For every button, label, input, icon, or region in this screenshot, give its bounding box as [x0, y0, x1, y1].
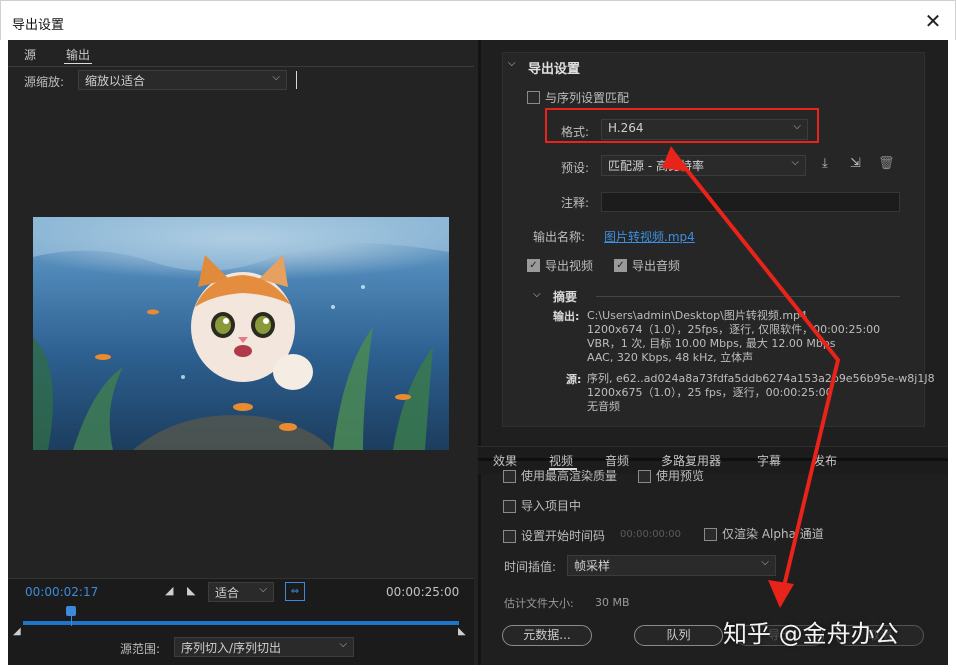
tab-effects[interactable]: 效果 [493, 452, 517, 469]
chevron-down-icon: ⌵ [259, 584, 267, 595]
import-into-project-checkbox[interactable] [503, 500, 516, 513]
match-sequence-checkbox[interactable] [527, 91, 540, 104]
set-start-timecode-checkbox[interactable] [503, 530, 516, 543]
export-settings-title: 导出设置 [528, 62, 581, 77]
tabs-divider [8, 66, 474, 67]
tab-source[interactable]: 源 [24, 46, 36, 63]
notes-label: 注释: [561, 196, 590, 210]
export-video-checkbox[interactable]: ✓ [527, 259, 540, 272]
chevron-down-icon: ⌵ [791, 157, 799, 168]
start-timecode-value: 00:00:00:00 [620, 529, 682, 540]
close-button[interactable]: ✕ [922, 10, 944, 32]
save-preset-icon[interactable]: ⤓ [822, 156, 828, 171]
out-point-icon[interactable]: ◣ [458, 626, 466, 637]
queue-button[interactable]: 队列 [634, 625, 723, 646]
zoom-fit-value: 适合 [215, 586, 240, 600]
tab-output-underline [64, 63, 92, 64]
watermark: 知乎 @金舟办公 [723, 620, 899, 648]
export-audio-label: 导出音频 [632, 259, 681, 273]
playhead[interactable] [65, 606, 76, 616]
window-title: 导出设置 [12, 18, 65, 33]
step-forward-icon[interactable]: ◣ [187, 584, 195, 597]
tab-publish[interactable]: 发布 [813, 452, 837, 469]
text-cursor [296, 71, 297, 89]
summary-source-key: 源: [566, 373, 582, 386]
summary-output-line: 1200x674（1.0），25fps，逐行, 仅限软件，00:00:25:00 [587, 323, 881, 336]
max-render-quality-label: 使用最高渲染质量 [521, 469, 618, 483]
max-render-quality-checkbox[interactable] [503, 470, 516, 483]
summary-divider [596, 296, 900, 297]
source-range-dropdown[interactable]: 序列切入/序列切出 ⌵ [174, 637, 354, 657]
summary-source-line: 无音频 [587, 400, 620, 413]
preset-dropdown[interactable]: 匹配源 - 高比特率 ⌵ [601, 155, 806, 176]
estimated-size-label: 估计文件大小: [504, 597, 574, 610]
playhead-line [70, 616, 72, 626]
trash-icon[interactable]: 🗑 [878, 156, 895, 171]
import-into-project-label: 导入项目中 [521, 499, 582, 513]
render-alpha-checkbox[interactable] [704, 528, 717, 541]
summary-source-line: 1200x675（1.0），25 fps，逐行，00:00:25:00 [587, 386, 833, 399]
end-timecode: 00:00:25:00 [386, 585, 460, 599]
format-highlight-box [545, 108, 819, 143]
summary-output-key: 输出: [553, 310, 580, 323]
source-scaling-dropdown[interactable]: 缩放以适合 ⌵ [78, 70, 287, 90]
output-name-link[interactable]: 图片转视频.mp4 [604, 228, 695, 245]
video-preview [33, 217, 449, 450]
summary-output-line: C:\Users\admin\Desktop\图片转视频.mp4 [587, 309, 808, 322]
preset-value: 匹配源 - 高比特率 [608, 159, 704, 173]
timeline-track[interactable] [23, 621, 459, 625]
in-point-icon[interactable]: ◢ [13, 626, 21, 637]
source-range-label: 源范围: [120, 642, 161, 656]
chevron-down-icon: ⌵ [272, 72, 280, 83]
chevron-down-icon: ⌵ [761, 557, 769, 568]
output-name-label: 输出名称: [533, 230, 586, 244]
source-scaling-label: 源缩放: [24, 75, 65, 89]
step-back-icon[interactable]: ◢ [165, 584, 173, 597]
time-interpolation-value: 帧采样 [574, 559, 611, 573]
summary-caret-icon[interactable]: ⌵ [533, 289, 541, 300]
fit-frame-icon[interactable]: ⇔ [285, 582, 305, 601]
export-audio-checkbox[interactable]: ✓ [614, 259, 627, 272]
summary-title: 摘要 [553, 290, 578, 304]
preview-illustration [33, 217, 449, 450]
export-video-label: 导出视频 [545, 259, 594, 273]
summary-output-line: AAC, 320 Kbps, 48 kHz, 立体声 [587, 351, 754, 364]
current-timecode[interactable]: 00:00:02:17 [25, 585, 98, 599]
summary-output-line: VBR，1 次, 目标 10.00 Mbps, 最大 12.00 Mbps [587, 337, 836, 350]
tab-output[interactable]: 输出 [66, 46, 90, 63]
summary-source-line: 序列, e62..ad024a8a73fdfa5ddb6274a153a2b9e… [587, 372, 935, 385]
zoom-fit-dropdown[interactable]: 适合 ⌵ [208, 582, 274, 602]
metadata-button[interactable]: 元数据... [502, 625, 592, 646]
collapse-caret-icon[interactable]: ⌵ [508, 58, 516, 69]
chevron-down-icon: ⌵ [339, 639, 347, 650]
tab-captions[interactable]: 字幕 [757, 452, 781, 469]
estimated-size-value: 30 MB [595, 596, 630, 609]
set-start-timecode-label: 设置开始时间码 [521, 529, 606, 543]
import-preset-icon[interactable]: ⇲ [850, 156, 861, 171]
notes-input[interactable] [601, 192, 900, 212]
use-previews-checkbox[interactable] [638, 470, 651, 483]
source-scaling-value: 缩放以适合 [85, 74, 146, 88]
preset-label: 预设: [561, 161, 590, 175]
window-titlebar [0, 0, 956, 40]
time-interpolation-label: 时间插值: [504, 560, 557, 574]
source-range-value: 序列切入/序列切出 [181, 641, 282, 655]
match-sequence-label: 与序列设置匹配 [545, 91, 630, 105]
time-interpolation-dropdown[interactable]: 帧采样 ⌵ [567, 555, 776, 576]
render-alpha-label: 仅渲染 Alpha 通道 [722, 527, 824, 541]
use-previews-label: 使用预览 [656, 469, 705, 483]
